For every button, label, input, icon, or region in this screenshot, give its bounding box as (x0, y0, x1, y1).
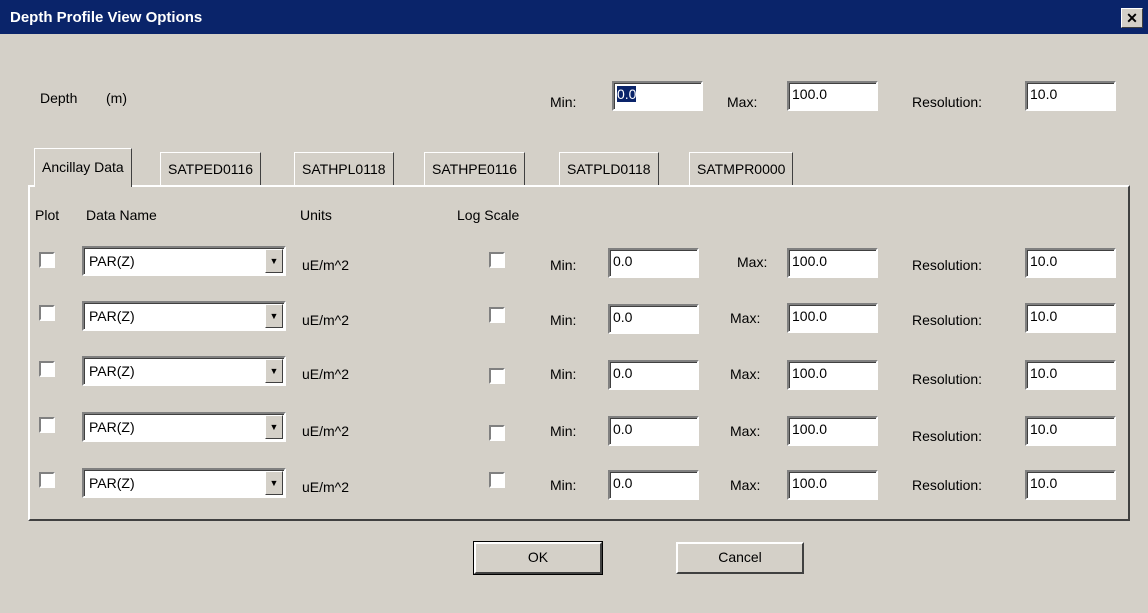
tab-satped0116[interactable]: SATPED0116 (160, 152, 262, 185)
tab-sathpl0118[interactable]: SATHPL0118 (294, 152, 394, 185)
log-scale-checkbox[interactable] (489, 425, 505, 441)
dropdown-arrow-icon[interactable]: ▼ (265, 304, 283, 328)
data-name-dropdown[interactable]: PAR(Z) ▼ (82, 301, 286, 331)
data-name-value: PAR(Z) (89, 363, 135, 379)
dropdown-arrow-icon[interactable]: ▼ (265, 415, 283, 439)
row-resolution-label: Resolution: (912, 477, 983, 493)
row-min-field[interactable]: 0.0 (608, 304, 699, 334)
depth-max-label: Max: (727, 94, 758, 110)
row-min-field[interactable]: 0.0 (608, 416, 699, 446)
row-max-field[interactable]: 100.0 (787, 248, 878, 278)
data-name-dropdown[interactable]: PAR(Z) ▼ (82, 356, 286, 386)
units-label: uE/m^2 (302, 479, 350, 495)
row-max-field[interactable]: 100.0 (787, 416, 878, 446)
log-scale-checkbox[interactable] (489, 252, 505, 268)
depth-resolution-label: Resolution: (912, 94, 983, 110)
units-label: uE/m^2 (302, 257, 350, 273)
data-name-value: PAR(Z) (89, 419, 135, 435)
plot-checkbox[interactable] (39, 252, 55, 268)
row-resolution-field[interactable]: 10.0 (1025, 470, 1116, 500)
row-max-label: Max: (730, 366, 761, 382)
row-max-label: Max: (737, 254, 768, 270)
dropdown-arrow-icon[interactable]: ▼ (265, 471, 283, 495)
row-max-field[interactable]: 100.0 (787, 303, 878, 333)
data-name-value: PAR(Z) (89, 253, 135, 269)
header-plot: Plot (35, 207, 60, 223)
plot-checkbox[interactable] (39, 472, 55, 488)
units-label: uE/m^2 (302, 366, 350, 382)
units-label: uE/m^2 (302, 312, 350, 328)
data-name-value: PAR(Z) (89, 475, 135, 491)
row-min-label: Min: (550, 366, 577, 382)
log-scale-checkbox[interactable] (489, 368, 505, 384)
depth-unit: (m) (106, 90, 127, 106)
tab-ancillay-data[interactable]: Ancillay Data (34, 148, 132, 187)
row-max-field[interactable]: 100.0 (787, 470, 878, 500)
tab-sathpe0116[interactable]: SATHPE0116 (424, 152, 526, 185)
row-min-field[interactable]: 0.0 (608, 470, 699, 500)
row-max-label: Max: (730, 477, 761, 493)
ok-button[interactable]: OK (473, 541, 603, 575)
row-max-field[interactable]: 100.0 (787, 360, 878, 390)
data-name-dropdown[interactable]: PAR(Z) ▼ (82, 246, 286, 276)
data-name-dropdown[interactable]: PAR(Z) ▼ (82, 468, 286, 498)
row-min-label: Min: (550, 423, 577, 439)
depth-resolution-field[interactable]: 10.0 (1025, 81, 1116, 111)
close-icon[interactable]: ✕ (1121, 8, 1143, 28)
row-min-field[interactable]: 0.0 (608, 248, 699, 278)
units-label: uE/m^2 (302, 423, 350, 439)
row-resolution-field[interactable]: 10.0 (1025, 303, 1116, 333)
row-resolution-field[interactable]: 10.0 (1025, 360, 1116, 390)
tab-satmpr0000[interactable]: SATMPR0000 (689, 152, 794, 185)
row-min-label: Min: (550, 257, 577, 273)
dropdown-arrow-icon[interactable]: ▼ (265, 359, 283, 383)
plot-checkbox[interactable] (39, 305, 55, 321)
data-name-dropdown[interactable]: PAR(Z) ▼ (82, 412, 286, 442)
row-resolution-label: Resolution: (912, 371, 983, 387)
window-title: Depth Profile View Options (10, 9, 203, 26)
row-max-label: Max: (730, 423, 761, 439)
depth-label: Depth (40, 90, 78, 106)
log-scale-checkbox[interactable] (489, 307, 505, 323)
row-resolution-label: Resolution: (912, 312, 983, 328)
tab-satpld0118[interactable]: SATPLD0118 (559, 152, 659, 185)
row-min-field[interactable]: 0.0 (608, 360, 699, 390)
row-resolution-label: Resolution: (912, 428, 983, 444)
log-scale-checkbox[interactable] (489, 472, 505, 488)
data-name-value: PAR(Z) (89, 308, 135, 324)
header-data-name: Data Name (86, 207, 157, 223)
plot-checkbox[interactable] (39, 417, 55, 433)
row-min-label: Min: (550, 312, 577, 328)
row-resolution-field[interactable]: 10.0 (1025, 248, 1116, 278)
title-bar: Depth Profile View Options ✕ (0, 0, 1148, 34)
dropdown-arrow-icon[interactable]: ▼ (265, 249, 283, 273)
row-max-label: Max: (730, 310, 761, 326)
row-resolution-field[interactable]: 10.0 (1025, 416, 1116, 446)
row-resolution-label: Resolution: (912, 257, 983, 273)
cancel-button[interactable]: Cancel (676, 542, 804, 574)
row-min-label: Min: (550, 477, 577, 493)
header-log-scale: Log Scale (457, 207, 520, 223)
header-units: Units (300, 207, 332, 223)
depth-max-field[interactable]: 100.0 (787, 81, 878, 111)
depth-min-field[interactable]: 0.0 (612, 81, 703, 111)
depth-min-label: Min: (550, 94, 577, 110)
plot-checkbox[interactable] (39, 361, 55, 377)
